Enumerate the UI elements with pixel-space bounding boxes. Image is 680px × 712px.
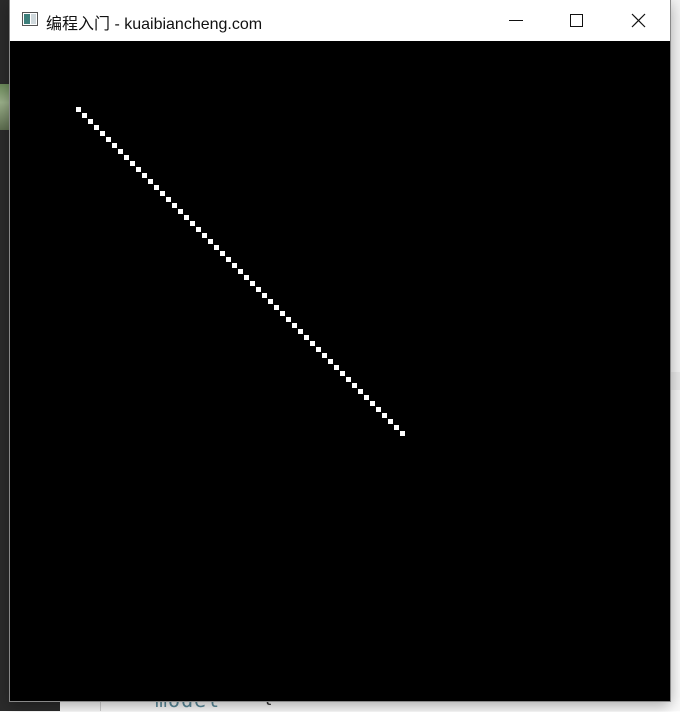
line-pixel [370, 401, 375, 406]
window-titlebar[interactable]: 编程入门 - kuaibiancheng.com [10, 0, 670, 41]
line-pixel [106, 137, 111, 142]
line-pixel [154, 185, 159, 190]
line-pixel [292, 323, 297, 328]
line-pixel [232, 263, 237, 268]
maximize-button[interactable] [546, 0, 606, 41]
background-scroll-marker [669, 372, 680, 390]
line-pixel [310, 341, 315, 346]
line-pixel [136, 167, 141, 172]
canvas-svg [10, 41, 670, 701]
line-pixel [202, 233, 207, 238]
line-pixel [208, 239, 213, 244]
line-pixel [250, 281, 255, 286]
line-pixel [358, 389, 363, 394]
line-pixel [376, 407, 381, 412]
line-pixel [82, 113, 87, 118]
close-button[interactable] [608, 0, 668, 41]
line-pixel [148, 179, 153, 184]
line-pixel [316, 347, 321, 352]
line-pixel [298, 329, 303, 334]
line-pixel [346, 377, 351, 382]
line-pixel [382, 413, 387, 418]
app-window: 编程入门 - kuaibiancheng.com [10, 0, 670, 701]
line-pixel [94, 125, 99, 130]
window-title: 编程入门 - kuaibiancheng.com [46, 16, 263, 33]
line-pixel [190, 221, 195, 226]
app-icon [22, 12, 38, 26]
line-pixel [304, 335, 309, 340]
line-pixel [274, 305, 279, 310]
line-pixel [286, 317, 291, 322]
line-pixel [364, 395, 369, 400]
line-pixel [244, 275, 249, 280]
line-pixel [100, 131, 105, 136]
close-icon [631, 13, 646, 28]
line-pixel [220, 251, 225, 256]
line-pixel [262, 293, 267, 298]
line-pixel [280, 311, 285, 316]
line-pixel [214, 245, 219, 250]
line-pixel [184, 215, 189, 220]
line-pixel [256, 287, 261, 292]
line-pixel [394, 425, 399, 430]
minimize-icon [509, 20, 523, 21]
line-pixel [172, 203, 177, 208]
line-pixel [328, 359, 333, 364]
minimize-button[interactable] [486, 0, 546, 41]
line-pixel [112, 143, 117, 148]
line-pixel [322, 353, 327, 358]
line-pixel [142, 173, 147, 178]
line-pixel [226, 257, 231, 262]
drawing-canvas[interactable] [10, 41, 670, 701]
line-pixel [388, 419, 393, 424]
line-pixel [160, 191, 165, 196]
line-pixel [130, 161, 135, 166]
line-pixel [400, 431, 405, 436]
line-pixel [124, 155, 129, 160]
line-pixel [178, 209, 183, 214]
line-pixel [76, 107, 81, 112]
line-pixel [118, 149, 123, 154]
maximize-icon [570, 14, 583, 27]
line-pixel [352, 383, 357, 388]
line-pixel [268, 299, 273, 304]
line-pixel [88, 119, 93, 124]
line-pixel [166, 197, 171, 202]
line-pixel [334, 365, 339, 370]
line-pixel [196, 227, 201, 232]
line-pixel [340, 371, 345, 376]
line-pixel [238, 269, 243, 274]
